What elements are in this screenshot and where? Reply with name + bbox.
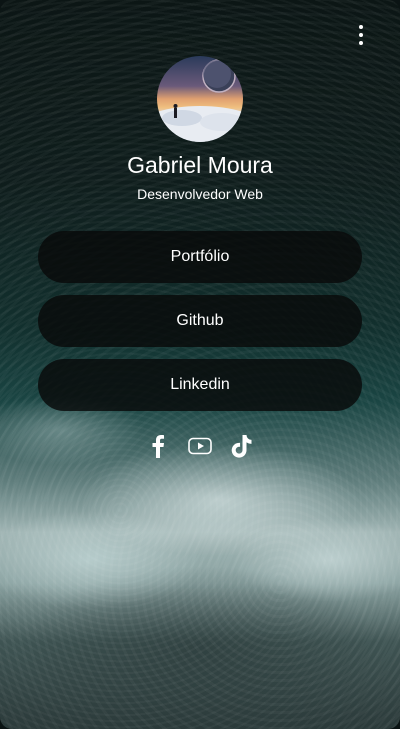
more-vertical-icon: [359, 25, 363, 29]
profile-role: Desenvolvedor Web: [137, 186, 263, 202]
facebook-icon[interactable]: [146, 434, 170, 458]
more-menu-button[interactable]: [346, 20, 376, 50]
youtube-icon[interactable]: [188, 434, 212, 458]
tiktok-icon[interactable]: [230, 434, 254, 458]
github-button-label: Github: [176, 312, 224, 329]
linkedin-button-label: Linkedin: [170, 376, 230, 393]
profile-screen: Gabriel Moura Desenvolvedor Web Portfóli…: [0, 0, 400, 729]
social-links: [0, 432, 400, 460]
linkedin-button[interactable]: Linkedin: [38, 359, 362, 411]
github-button[interactable]: Github: [38, 295, 362, 347]
avatar: [157, 56, 243, 142]
portfolio-button-label: Portfólio: [170, 248, 230, 265]
portfolio-button[interactable]: Portfólio: [38, 231, 362, 283]
profile-name: Gabriel Moura: [127, 152, 273, 178]
